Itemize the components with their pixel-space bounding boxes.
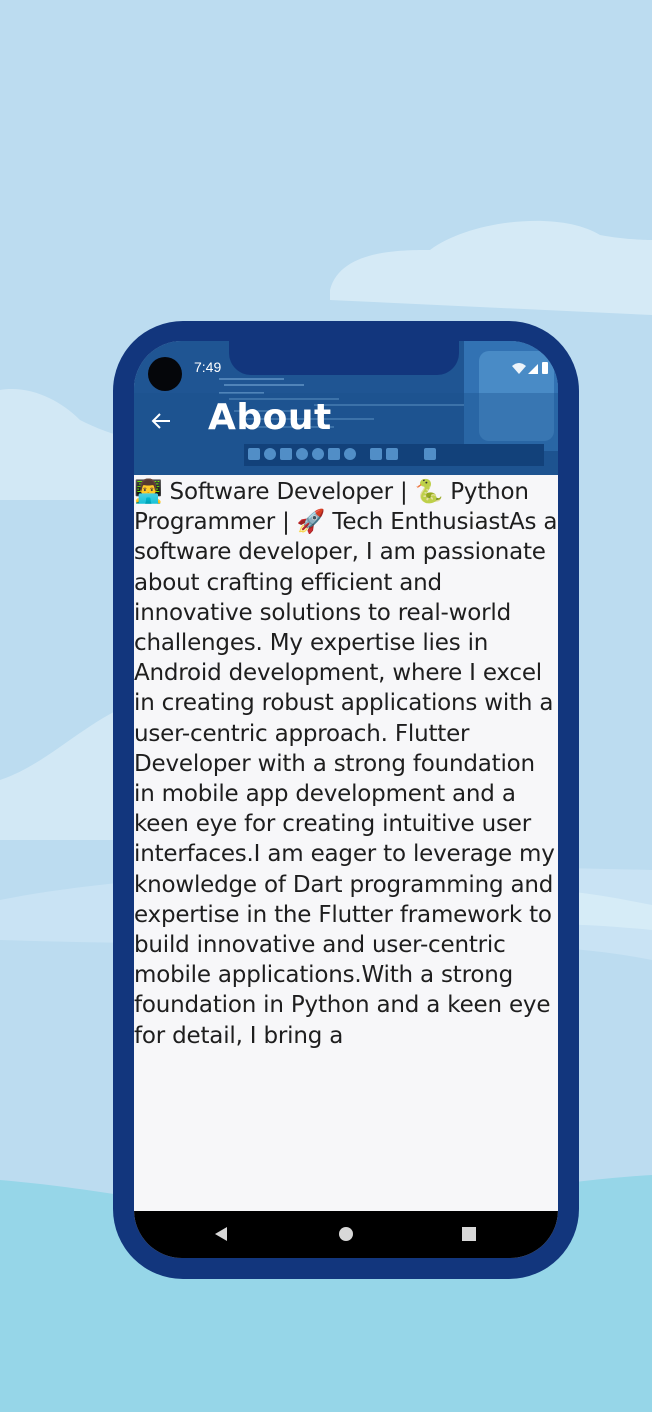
camera-hole (148, 357, 182, 391)
header-banner: 7:49 About (134, 341, 558, 475)
system-navigation-bar (134, 1211, 558, 1258)
wifi-icon (512, 363, 526, 374)
triangle-back-icon[interactable] (212, 1225, 230, 1243)
status-time: 7:49 (194, 359, 222, 375)
arrow-left-icon[interactable] (148, 407, 176, 435)
about-description: 👨‍💻 Software Developer | 🐍 Python Progra… (134, 479, 558, 1049)
phone-notch (229, 341, 459, 375)
battery-icon (542, 362, 548, 374)
circle-home-icon[interactable] (337, 1225, 355, 1243)
page-title: About (208, 397, 332, 438)
square-recents-icon[interactable] (460, 1225, 478, 1243)
signal-icon (528, 364, 538, 374)
phone-screen: 7:49 About 👨‍💻 Software Developer | 🐍 Py… (134, 341, 558, 1258)
status-icons (512, 362, 548, 374)
